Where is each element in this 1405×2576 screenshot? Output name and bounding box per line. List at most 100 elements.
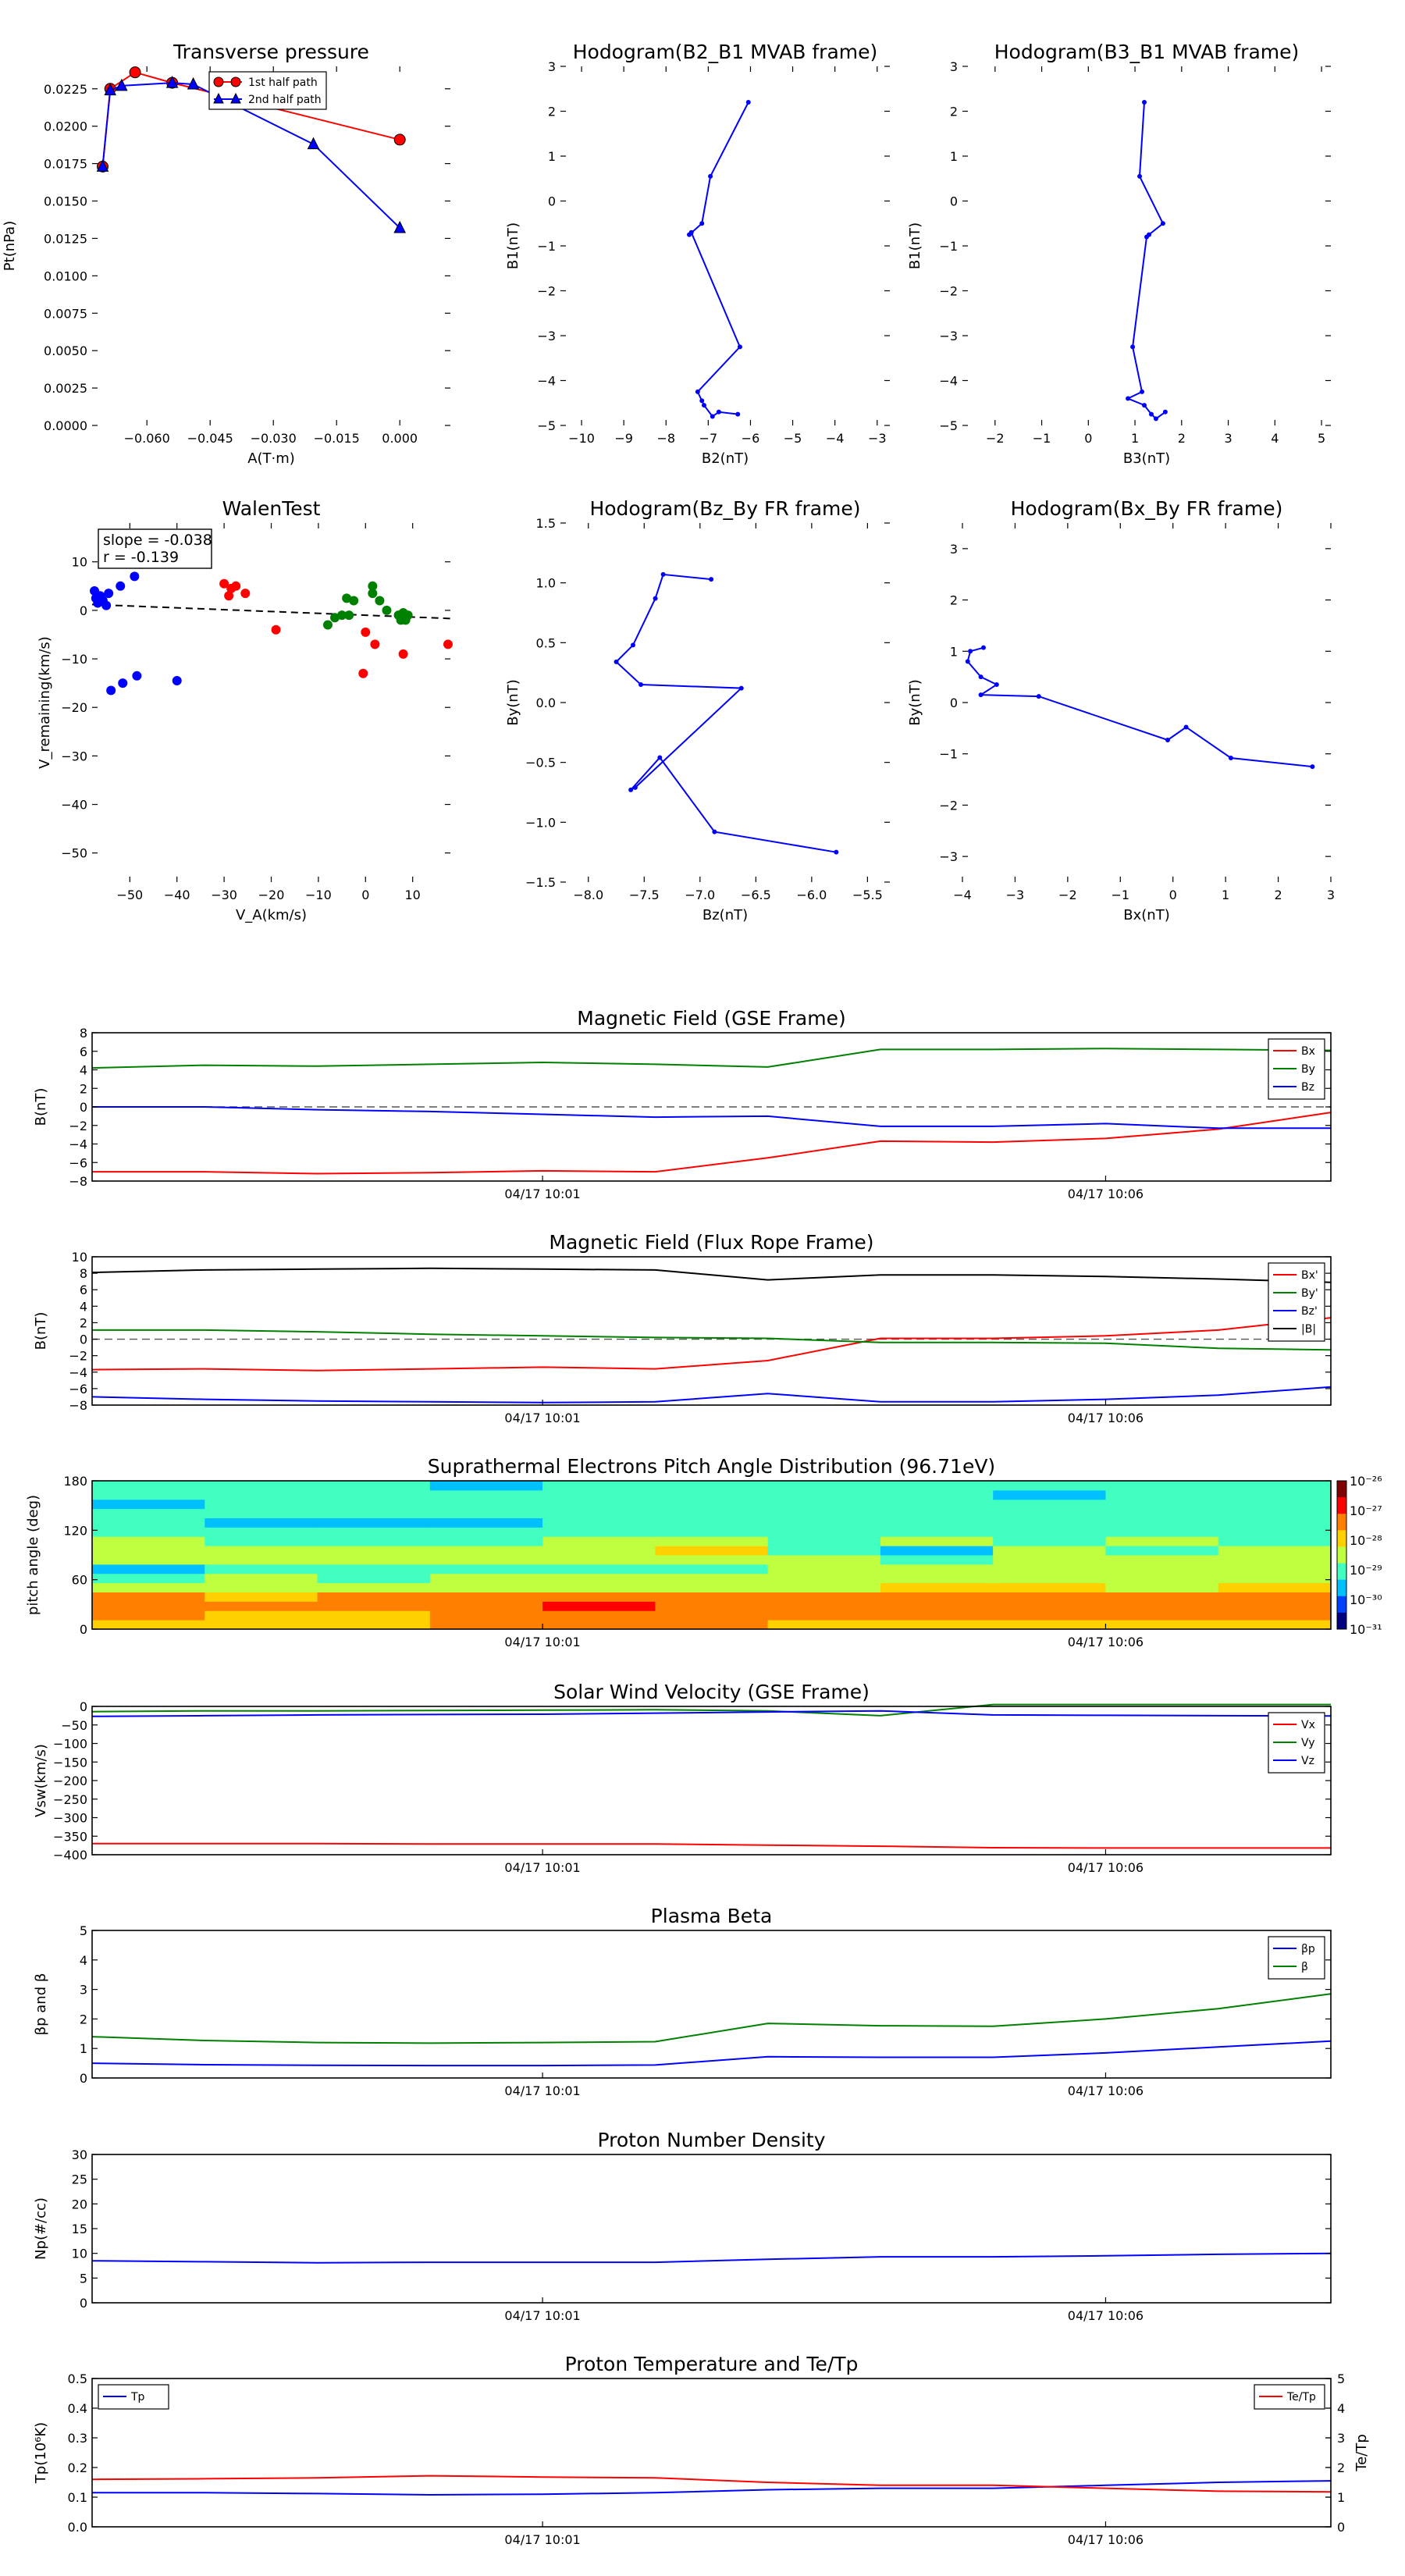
heatmap-cell [317,1527,431,1537]
y-tick-label: 0.0150 [44,194,87,209]
y-axis-label: pitch angle (deg) [25,1495,41,1615]
y-tick-label: −1 [537,239,556,254]
heatmap-cell [205,1536,318,1546]
y-axis-label: Vsw(km/s) [33,1744,49,1817]
heatmap-cell [429,1508,543,1518]
data-point [699,221,705,226]
colorbar-segment [1337,1596,1346,1614]
heatmap-cell [92,1546,205,1556]
heatmap-cell [767,1573,881,1584]
heatmap-cell [92,1620,205,1630]
x-axis-label: Bz(nT) [702,907,748,923]
heatmap-cell [429,1481,543,1491]
heatmap-cell [655,1508,769,1518]
heatmap-cell [92,1517,205,1528]
data-point [398,649,408,659]
legend-marker [213,76,224,87]
chart-panel-1: Transverse pressure 0.0000 0.0025 0.0050 0.0… [2,41,450,467]
heatmap-cell [205,1508,318,1518]
data-point [106,685,116,696]
data-point [1310,764,1315,770]
series-2 [219,578,453,678]
heatmap-cell [92,1555,205,1565]
series-line-2 [91,1993,1332,2044]
x-tick-label: −50 [116,888,143,902]
y-tick-label: −0.5 [525,756,556,770]
heatmap-cell [880,1546,994,1556]
data-point [370,639,380,649]
data-point [1148,411,1154,417]
heatmap-cell [655,1527,769,1537]
heatmap-cell [1218,1508,1332,1518]
heatmap-cell [1105,1536,1219,1546]
heatmap-cell [542,1499,656,1510]
y-tick-label: 1 [80,2041,87,2056]
heatmap-cell [880,1489,994,1500]
heatmap-cell [542,1592,656,1602]
heatmap-cell [317,1508,431,1518]
x-tick-label: −9 [614,431,633,446]
legend-label: Bz' [1301,1305,1318,1318]
plot-title: Hodogram(Bx_By FR frame) [1011,497,1283,520]
heatmap-cell [1218,1481,1332,1491]
data-point [653,596,658,601]
heatmap-cell [767,1564,881,1574]
heatmap-cell [880,1610,994,1621]
heatmap-cell [993,1610,1106,1621]
y-tick-label: 0 [950,696,958,710]
heatmap-cell [655,1546,769,1556]
colorbar-segment [1337,1514,1346,1531]
x-tick-label: −7.5 [629,888,660,902]
series-line-3 [92,1106,1331,1130]
data-point [968,649,973,654]
y2-tick-label: 2 [1337,2460,1345,2475]
heatmap-cell [317,1601,431,1611]
x-tick-label: 04/17 10:06 [1068,1860,1144,1875]
chart-panel-12: Proton Number Density 0 5 10 15 20 25 30 Np(#/cc… [33,2129,1332,2323]
figure-canvas: Transverse pressure0.00000.00250.00500.0… [2,41,1382,2547]
y-tick-label: 6 [80,1283,87,1297]
heatmap-cell [92,1489,205,1500]
y-tick-label: 0 [80,1699,87,1714]
colorbar-segment [1337,1563,1346,1581]
y2-tick-label: 1 [1337,2490,1345,2505]
heatmap-cell [880,1582,994,1592]
heatmap-cell [1218,1489,1332,1500]
y-tick-label: −2 [69,1349,87,1364]
data-point [657,755,663,760]
heatmap-cell [317,1481,431,1491]
y-tick-label: 120 [63,1523,87,1538]
data-point [443,639,453,649]
plot-title: Plasma Beta [651,1905,773,1927]
x-tick-label: −0.015 [314,431,360,446]
colorbar-segment [1337,1579,1346,1597]
x-tick-label: −5.5 [852,888,883,902]
heatmap-cell [655,1601,769,1611]
heatmap-cell [1105,1489,1219,1500]
y-tick-label: −30 [61,749,87,763]
y-tick-label: 2 [80,1315,87,1330]
y-axis-label: By(nT) [907,679,923,725]
heatmap-cell [542,1517,656,1528]
heatmap-cell [205,1620,318,1630]
y-tick-label: −2 [939,284,958,299]
heatmap-cell [880,1555,994,1565]
data-point [1142,100,1147,105]
heatmap-cell [993,1489,1106,1500]
legend-label: 1st half path [248,76,318,89]
chart-panel-5: Hodogram(Bz_By FR frame) −1.5 −1.0 −0.5 0.0 0… [505,497,890,923]
y-tick-label: 0.1 [68,2490,87,2505]
heatmap-cell [1105,1546,1219,1556]
heatmap-cell [92,1481,205,1491]
heatmap-cell [429,1536,543,1546]
heatmap-cell [205,1564,318,1574]
legend: 1st half path 2nd half path [208,71,327,110]
y-tick-label: 0.0225 [44,82,87,97]
y-tick-label: 0.0 [68,2520,87,2535]
heatmap-cell [429,1499,543,1510]
x-tick-label: −10 [568,431,595,446]
heatmap-cell [92,1610,205,1621]
heatmap-cell [317,1573,431,1584]
data-point [358,668,368,678]
heatmap-cell [655,1499,769,1510]
